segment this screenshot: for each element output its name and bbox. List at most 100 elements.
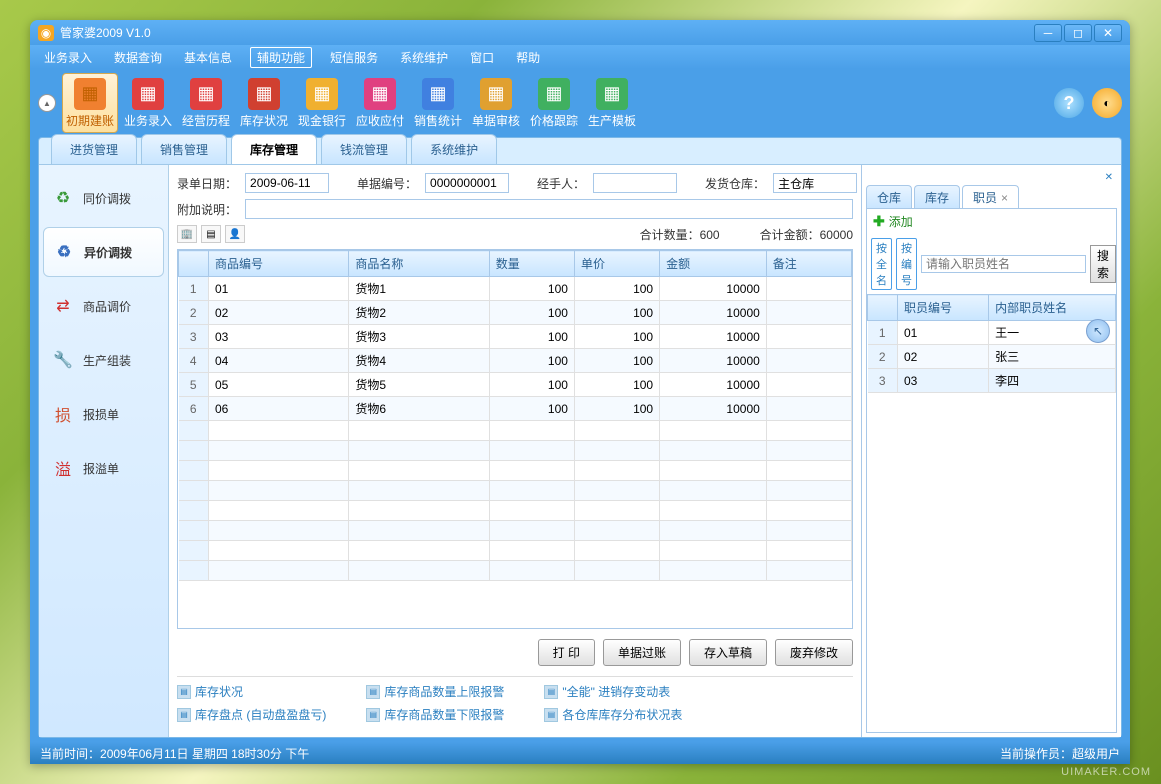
- toolbar-9[interactable]: ▦生产模板: [584, 73, 640, 133]
- table-row[interactable]: 505货物510010010000: [179, 373, 852, 397]
- nav-0[interactable]: ♻同价调拨: [43, 173, 164, 223]
- building-icon[interactable]: 🏢: [177, 225, 197, 243]
- side-tab-2[interactable]: 职员×: [962, 185, 1019, 209]
- nav-2[interactable]: ⇄商品调价: [43, 281, 164, 331]
- toolbar-8[interactable]: ▦价格跟踪: [526, 73, 582, 133]
- tab-2[interactable]: 库存管理: [231, 134, 317, 164]
- col-header[interactable]: 金额: [660, 251, 767, 277]
- side-row[interactable]: 202张三: [868, 345, 1116, 369]
- toolbar-0[interactable]: ▦初期建账: [62, 73, 118, 133]
- link-item[interactable]: ▤库存商品数量下限报警: [366, 706, 504, 723]
- table-row[interactable]: 101货物110010010000: [179, 277, 852, 301]
- toolbar-icon-1: ▦: [132, 78, 164, 110]
- tab-4[interactable]: 系统维护: [411, 134, 497, 164]
- by-fullname-pill[interactable]: 按全名: [871, 238, 892, 290]
- link-icon: ▤: [544, 685, 558, 699]
- link-item[interactable]: ▤库存商品数量上限报警: [366, 683, 504, 700]
- close-button[interactable]: ✕: [1094, 24, 1122, 42]
- side-col-header[interactable]: 职员编号: [898, 295, 989, 321]
- link-item[interactable]: ▤各仓库库存分布状况表: [544, 706, 682, 723]
- search-button[interactable]: 搜索: [1090, 245, 1116, 283]
- table-row-empty[interactable]: [179, 541, 852, 561]
- action-btn-3[interactable]: 废弃修改: [775, 639, 853, 666]
- side-col-header[interactable]: 内部职员姓名: [989, 295, 1116, 321]
- col-header[interactable]: 备注: [766, 251, 851, 277]
- table-row-empty[interactable]: [179, 481, 852, 501]
- action-btn-2[interactable]: 存入草稿: [689, 639, 767, 666]
- col-header[interactable]: 商品编号: [209, 251, 349, 277]
- link-item[interactable]: ▤"全能" 进销存变动表: [544, 683, 682, 700]
- warehouse-input[interactable]: [773, 173, 857, 193]
- link-item[interactable]: ▤库存盘点 (自动盘盈盘亏): [177, 706, 326, 723]
- table-row-empty[interactable]: [179, 561, 852, 581]
- table-row[interactable]: 202货物210010010000: [179, 301, 852, 325]
- action-btn-1[interactable]: 单据过账: [603, 639, 681, 666]
- col-header[interactable]: 单价: [574, 251, 659, 277]
- minimize-button[interactable]: ─: [1034, 24, 1062, 42]
- tab-0[interactable]: 进货管理: [51, 134, 137, 164]
- menu-6[interactable]: 窗口: [466, 47, 498, 68]
- person-icon[interactable]: 👤: [225, 225, 245, 243]
- col-header[interactable]: 商品名称: [349, 251, 489, 277]
- note-input[interactable]: [245, 199, 853, 219]
- action-btn-0[interactable]: 打 印: [538, 639, 595, 666]
- nav-1[interactable]: ♻异价调拨: [43, 227, 164, 277]
- menu-2[interactable]: 基本信息: [180, 47, 236, 68]
- toolbar-4[interactable]: ▦现金银行: [294, 73, 350, 133]
- table-row-empty[interactable]: [179, 461, 852, 481]
- link-icon: ▤: [366, 685, 380, 699]
- nav-3[interactable]: 🔧生产组装: [43, 335, 164, 385]
- date-input[interactable]: [245, 173, 329, 193]
- tab-3[interactable]: 钱流管理: [321, 134, 407, 164]
- toolbar-5[interactable]: ▦应收应付: [352, 73, 408, 133]
- side-tab-1[interactable]: 库存: [914, 185, 960, 209]
- titlebar[interactable]: ◉ 管家婆2009 V1.0 ─ ◻ ✕: [30, 20, 1130, 45]
- tab-1[interactable]: 销售管理: [141, 134, 227, 164]
- menu-3[interactable]: 辅助功能: [250, 47, 312, 68]
- menu-7[interactable]: 帮助: [512, 47, 544, 68]
- toolbar-icon-7: ▦: [480, 78, 512, 110]
- sum-amt-value: 60000: [820, 228, 853, 242]
- help-icon[interactable]: ?: [1054, 88, 1084, 118]
- toolbar-icon-4: ▦: [306, 78, 338, 110]
- toolbar-1[interactable]: ▦业务录入: [120, 73, 176, 133]
- tab-close-icon[interactable]: ×: [1001, 191, 1008, 205]
- arrow-up-icon[interactable]: ↖: [1086, 319, 1110, 343]
- menu-5[interactable]: 系统维护: [396, 47, 452, 68]
- search-input[interactable]: [921, 255, 1086, 273]
- by-number-pill[interactable]: 按编号: [896, 238, 917, 290]
- table-row[interactable]: 606货物610010010000: [179, 397, 852, 421]
- toolbar-icon-5: ▦: [364, 78, 396, 110]
- menu-0[interactable]: 业务录入: [40, 47, 96, 68]
- add-button[interactable]: ✚添加: [867, 209, 1116, 234]
- panel-close-icon[interactable]: ✕: [1101, 172, 1117, 183]
- menu-1[interactable]: 数据查询: [110, 47, 166, 68]
- side-row[interactable]: 303李四: [868, 369, 1116, 393]
- sum-qty-label: 合计数量：: [640, 228, 700, 242]
- side-grid[interactable]: 职员编号内部职员姓名 101王一202张三303李四: [867, 294, 1116, 732]
- table-row-empty[interactable]: [179, 421, 852, 441]
- table-row[interactable]: 303货物310010010000: [179, 325, 852, 349]
- toolbar-6[interactable]: ▦销售统计: [410, 73, 466, 133]
- toolbar-7[interactable]: ▦单据审核: [468, 73, 524, 133]
- link-item[interactable]: ▤库存状况: [177, 683, 326, 700]
- collapse-toolbar-icon[interactable]: ▲: [38, 94, 56, 112]
- table-row[interactable]: 404货物410010010000: [179, 349, 852, 373]
- table-row-empty[interactable]: [179, 441, 852, 461]
- main-grid[interactable]: 商品编号商品名称数量单价金额备注 101货物110010010000202货物2…: [177, 249, 853, 629]
- nav-4[interactable]: 损报损单: [43, 389, 164, 439]
- doc-input[interactable]: [425, 173, 509, 193]
- table-row-empty[interactable]: [179, 521, 852, 541]
- person-input[interactable]: [593, 173, 677, 193]
- globe-icon[interactable]: ◐: [1092, 88, 1122, 118]
- nav-5[interactable]: 溢报溢单: [43, 443, 164, 493]
- maximize-button[interactable]: ◻: [1064, 24, 1092, 42]
- table-row-empty[interactable]: [179, 501, 852, 521]
- menu-4[interactable]: 短信服务: [326, 47, 382, 68]
- side-row[interactable]: 101王一: [868, 321, 1116, 345]
- list-icon[interactable]: ▤: [201, 225, 221, 243]
- toolbar-2[interactable]: ▦经营历程: [178, 73, 234, 133]
- col-header[interactable]: 数量: [489, 251, 574, 277]
- side-tab-0[interactable]: 仓库: [866, 185, 912, 209]
- toolbar-3[interactable]: ▦库存状况: [236, 73, 292, 133]
